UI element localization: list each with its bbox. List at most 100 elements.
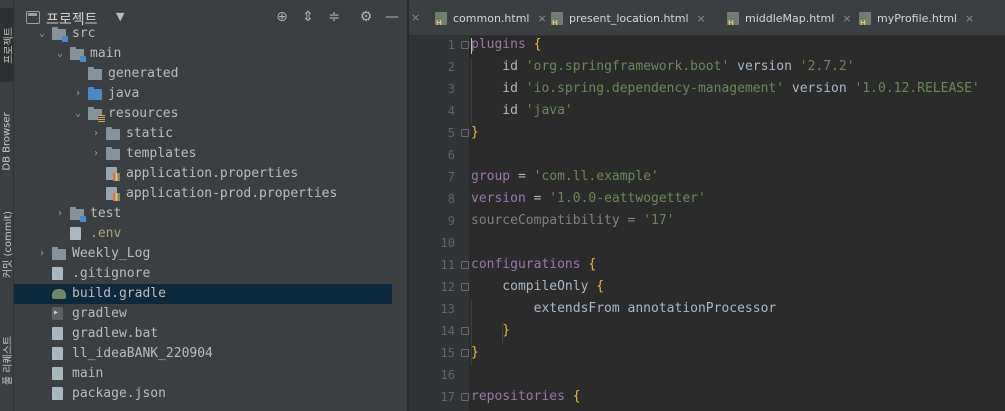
code-line[interactable]: configurations { (471, 256, 596, 278)
tree-item[interactable]: .env (14, 224, 392, 244)
tree-item-label: java (108, 86, 140, 101)
gear-icon[interactable]: ⚙ (358, 9, 374, 25)
chevron-down-icon[interactable]: ▼ (116, 10, 124, 23)
collapse-all-icon[interactable]: ≑ (326, 9, 342, 25)
project-panel: 프로젝트 ▼ ⊕ ⇕ ≑ ⚙ — ⌄ src ⌄ main generated › java… (14, 0, 408, 411)
line-number: 13 (440, 302, 455, 316)
tree-item[interactable]: ⌄ main (14, 44, 392, 64)
tree-item[interactable]: › Weekly_Log (14, 244, 392, 264)
folder-icon (106, 127, 120, 140)
tree-item[interactable]: ⌄ src (14, 26, 392, 44)
code-line[interactable]: repositories { (471, 388, 581, 410)
expand-arrow-icon[interactable]: ⌄ (54, 44, 66, 64)
code-token: 'com.ll.example' (533, 169, 659, 184)
file-icon (52, 387, 63, 400)
tree-item[interactable]: main (14, 364, 392, 384)
code-token: '1.0.0-eattwogetter' (549, 191, 706, 206)
tree-item[interactable]: generated (14, 64, 392, 84)
code-editor[interactable]: 1 2 3 4 5 6 7 8 9 10 11 12 13 14 15 16 17 plugins { id '… (409, 36, 1005, 411)
line-number: 3 (447, 82, 455, 96)
tree-item[interactable]: ⌄ resources (14, 104, 392, 124)
code-line[interactable]: } (471, 322, 510, 344)
tree-item[interactable]: › static (14, 124, 392, 144)
tree-item-label: main (72, 366, 104, 381)
expand-arrow-icon[interactable]: ⌄ (36, 26, 48, 44)
line-number: 9 (447, 214, 455, 228)
code-token: '17' (643, 213, 675, 228)
line-number: 2 (447, 60, 455, 74)
close-icon[interactable]: × (411, 11, 420, 24)
code-line[interactable]: plugins { (471, 36, 541, 58)
toolstrip-tab-pull-request[interactable]: 풀 리퀘스트 (0, 312, 14, 408)
code-token: 'java' (525, 103, 573, 118)
expand-all-icon[interactable]: ⇕ (300, 9, 316, 25)
file-icon (106, 167, 120, 181)
expand-arrow-icon[interactable]: ⌄ (72, 104, 84, 124)
tree-item[interactable]: package.json (14, 384, 392, 404)
code-line[interactable]: id 'java' (471, 102, 573, 124)
fold-marker-icon[interactable] (461, 283, 469, 291)
tree-item[interactable]: build.gradle (14, 284, 392, 304)
tab-middlemap-html[interactable]: middleMap.html × (727, 0, 852, 35)
crosshair-icon[interactable]: ⊕ (274, 9, 290, 25)
minimize-icon[interactable]: — (384, 9, 400, 25)
code-line[interactable]: } (471, 344, 479, 366)
tree-item[interactable]: application-prod.properties (14, 184, 392, 204)
code-line[interactable]: compileOnly { (471, 278, 604, 300)
toolstrip-tab-db-browser[interactable]: DB Browser (0, 100, 13, 182)
fold-marker-icon[interactable] (461, 393, 469, 401)
tree-item-label: resources (108, 106, 179, 121)
code-token: } (471, 345, 479, 360)
tab-close-icon[interactable]: × (537, 12, 546, 25)
tree-item[interactable]: gradlew.bat (14, 324, 392, 344)
tab-present-location-html[interactable]: present_location.html × (551, 0, 706, 35)
tree-item-label: src (72, 26, 96, 41)
tree-item[interactable]: ll_ideaBANK_220904 (14, 344, 392, 364)
fold-marker-icon[interactable] (461, 261, 469, 269)
expand-arrow-icon[interactable]: › (90, 144, 102, 164)
project-window-icon (26, 11, 40, 24)
file-icon (52, 327, 63, 340)
tree-item[interactable]: › templates (14, 144, 392, 164)
fold-marker-icon[interactable] (461, 327, 469, 335)
tab-close-icon[interactable]: × (697, 12, 706, 25)
expand-arrow-icon[interactable]: › (36, 244, 48, 264)
code-line[interactable]: sourceCompatibility = '17' (471, 212, 675, 234)
file-icon (52, 289, 66, 299)
tree-item-label: .env (90, 226, 122, 241)
code-token: version (784, 81, 855, 96)
toolstrip-tab-project[interactable]: 프로젝트 (0, 8, 13, 82)
tree-item-label: test (90, 206, 122, 221)
code-line[interactable]: extendsFrom annotationProcessor (471, 300, 777, 322)
code-token: 'org.springframework.boot' (525, 59, 730, 74)
editor-tab-bar: × common.html × present_location.html × … (409, 0, 1005, 36)
fold-marker-icon[interactable] (461, 41, 469, 49)
code-token: version (729, 59, 800, 74)
tab-close-icon[interactable]: × (965, 12, 974, 25)
code-line[interactable]: version = '1.0.0-eattwogetter' (471, 190, 706, 212)
tab-common-html[interactable]: common.html × (435, 0, 547, 35)
expand-arrow-icon[interactable]: › (90, 124, 102, 144)
tree-item[interactable]: › java (14, 84, 392, 104)
expand-arrow-icon[interactable]: › (72, 84, 84, 104)
html-file-icon (859, 11, 871, 27)
tab-close-icon[interactable]: × (842, 12, 851, 25)
tree-item[interactable]: application.properties (14, 164, 392, 184)
tab-myprofile-html[interactable]: myProfile.html × (859, 0, 974, 35)
tree-item-label: Weekly_Log (72, 246, 151, 261)
fold-marker-icon[interactable] (461, 129, 469, 137)
folder-icon (88, 67, 102, 80)
code-line[interactable]: } (471, 124, 479, 146)
tree-item[interactable]: gradlew (14, 303, 392, 324)
expand-arrow-icon[interactable]: › (54, 204, 66, 224)
toolstrip-tab-commit[interactable]: 커밋 (commit) (0, 196, 14, 292)
html-file-icon (727, 11, 739, 27)
code-line[interactable]: id 'org.springframework.boot' version '2… (471, 58, 854, 80)
fold-marker-icon[interactable] (461, 349, 469, 357)
code-line[interactable]: id 'io.spring.dependency-management' ver… (471, 80, 979, 102)
tree-item[interactable]: .gitignore (14, 264, 392, 284)
code-token: sourceCompatibility (471, 213, 620, 228)
tree-item[interactable]: › test (14, 204, 392, 224)
code-line[interactable]: group = 'com.ll.example' (471, 168, 659, 190)
code-token: plugins (471, 37, 534, 52)
